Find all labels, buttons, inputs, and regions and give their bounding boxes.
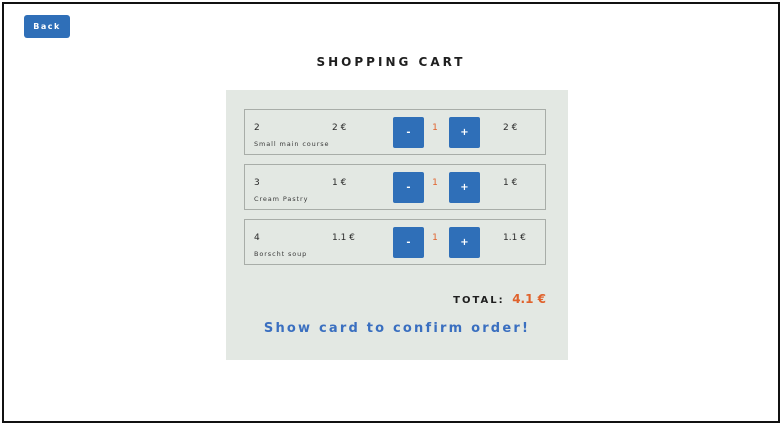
cart-item: 3 Cream Pastry 1 € - 1 + 1 €: [244, 164, 546, 210]
decrease-quantity-button[interactable]: -: [393, 227, 424, 258]
item-price: 1.1 €: [332, 233, 355, 243]
item-name: Borscht soup: [254, 250, 308, 258]
decrease-quantity-button[interactable]: -: [393, 117, 424, 148]
cart-item: 4 Borscht soup 1.1 € - 1 + 1.1 €: [244, 219, 546, 265]
increase-quantity-button[interactable]: +: [449, 117, 480, 148]
item-quantity: 1: [432, 233, 438, 243]
item-name: Small main course: [254, 140, 330, 148]
item-quantity: 1: [432, 178, 438, 188]
increase-quantity-button[interactable]: +: [449, 172, 480, 203]
cart-panel: 2 Small main course 2 € - 1 + 2 € 3 Crea…: [226, 90, 568, 360]
cart-total: TOTAL: 4.1 €: [453, 288, 546, 307]
decrease-quantity-button[interactable]: -: [393, 172, 424, 203]
item-price: 2 €: [332, 123, 347, 133]
item-id: 2: [254, 123, 260, 133]
item-quantity: 1: [432, 123, 438, 133]
back-button[interactable]: Back: [24, 15, 70, 38]
item-price: 1 €: [332, 178, 347, 188]
item-subtotal: 1.1 €: [503, 233, 526, 243]
item-id: 4: [254, 233, 260, 243]
cart-item: 2 Small main course 2 € - 1 + 2 €: [244, 109, 546, 155]
item-subtotal: 2 €: [503, 123, 518, 133]
item-name: Cream Pastry: [254, 195, 309, 203]
total-label: TOTAL:: [453, 295, 505, 306]
item-subtotal: 1 €: [503, 178, 518, 188]
app-window: Back SHOPPING CART 2 Small main course 2…: [2, 2, 780, 423]
confirm-order-message: Show card to confirm order!: [263, 321, 531, 336]
total-value: 4.1 €: [512, 292, 546, 306]
page-title: SHOPPING CART: [316, 55, 466, 69]
item-id: 3: [254, 178, 260, 188]
increase-quantity-button[interactable]: +: [449, 227, 480, 258]
